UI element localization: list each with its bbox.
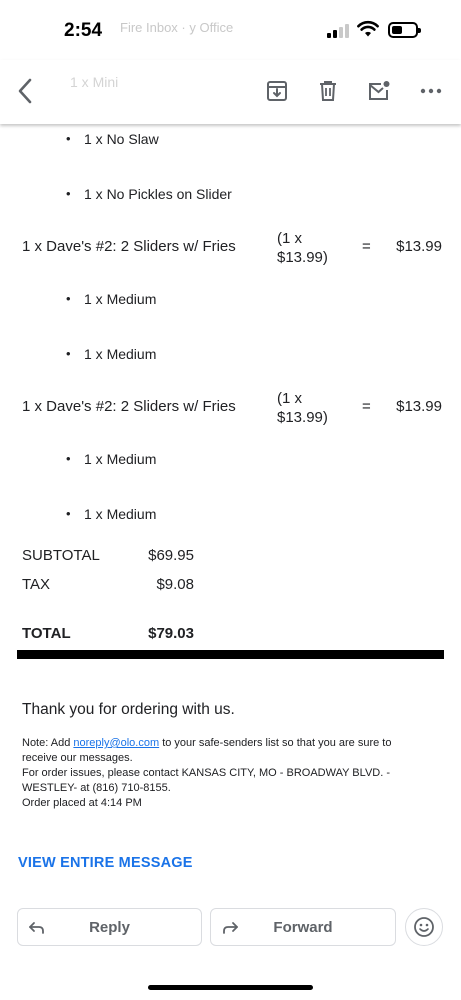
order-item-row: 1 x Dave's #2: 2 Sliders w/ Fries (1 x $… [22, 226, 442, 270]
list-item: 1 x Medium [66, 291, 156, 307]
mark-unread-icon[interactable] [366, 78, 392, 104]
forward-button[interactable]: Forward [210, 908, 396, 946]
list-item: 1 x No Slaw [66, 131, 159, 147]
list-item: 1 x Medium [66, 506, 156, 522]
divider [17, 650, 444, 659]
reply-button[interactable]: Reply [17, 908, 202, 946]
forward-label: Forward [273, 919, 333, 936]
view-entire-message-link[interactable]: VIEW ENTIRE MESSAGE [18, 855, 193, 871]
item-name: 1 x Dave's #2: 2 Sliders w/ Fries [22, 238, 236, 255]
wifi-icon [357, 20, 379, 37]
emoji-reaction-button[interactable] [405, 908, 443, 946]
more-icon[interactable] [418, 78, 444, 104]
message-toolbar: 1 x Mini [0, 60, 461, 124]
order-placed-note: Order placed at 4:14 PM [22, 797, 142, 809]
subtotal-value: $69.95 [148, 547, 194, 564]
thanks-message: Thank you for ordering with us. [22, 701, 235, 718]
item-calc: (1 x $13.99) [277, 390, 328, 426]
noreply-email-link[interactable]: noreply@olo.com [73, 737, 159, 749]
item-equals: = [362, 398, 371, 415]
item-calc: (1 x $13.99) [277, 230, 328, 266]
trash-icon[interactable] [315, 78, 341, 104]
order-issues-note: For order issues, please contact KANSAS … [22, 767, 391, 794]
item-name: 1 x Dave's #2: 2 Sliders w/ Fries [22, 398, 236, 415]
home-indicator[interactable] [148, 985, 313, 990]
battery-icon [388, 22, 421, 38]
subtotal-label: SUBTOTAL [22, 547, 100, 564]
item-total: $13.99 [396, 238, 442, 255]
total-value: $79.03 [148, 625, 194, 642]
back-arrow-icon[interactable] [12, 78, 38, 104]
total-label: TOTAL [22, 625, 71, 642]
status-time: 2:54 [64, 20, 103, 41]
ghost-text: Fire Inbox · y Office [120, 20, 234, 35]
reply-label: Reply [89, 919, 130, 936]
archive-icon[interactable] [264, 78, 290, 104]
tax-value: $9.08 [156, 576, 194, 593]
smiley-icon [414, 917, 434, 937]
safe-senders-note: Note: Add noreply@olo.com to your safe-s… [22, 737, 392, 764]
tax-label: TAX [22, 576, 51, 593]
list-item: 1 x No Pickles on Slider [66, 186, 232, 202]
item-equals: = [362, 238, 371, 255]
item-total: $13.99 [396, 398, 442, 415]
list-item: 1 x Medium [66, 346, 156, 362]
cellular-signal-icon [327, 24, 351, 38]
list-item: 1 x Medium [66, 451, 156, 467]
order-item-row: 1 x Dave's #2: 2 Sliders w/ Fries (1 x $… [22, 386, 442, 430]
ghost-item: 1 x Mini [70, 74, 119, 90]
status-bar: Fire Inbox · y Office 2:54 [0, 0, 461, 60]
